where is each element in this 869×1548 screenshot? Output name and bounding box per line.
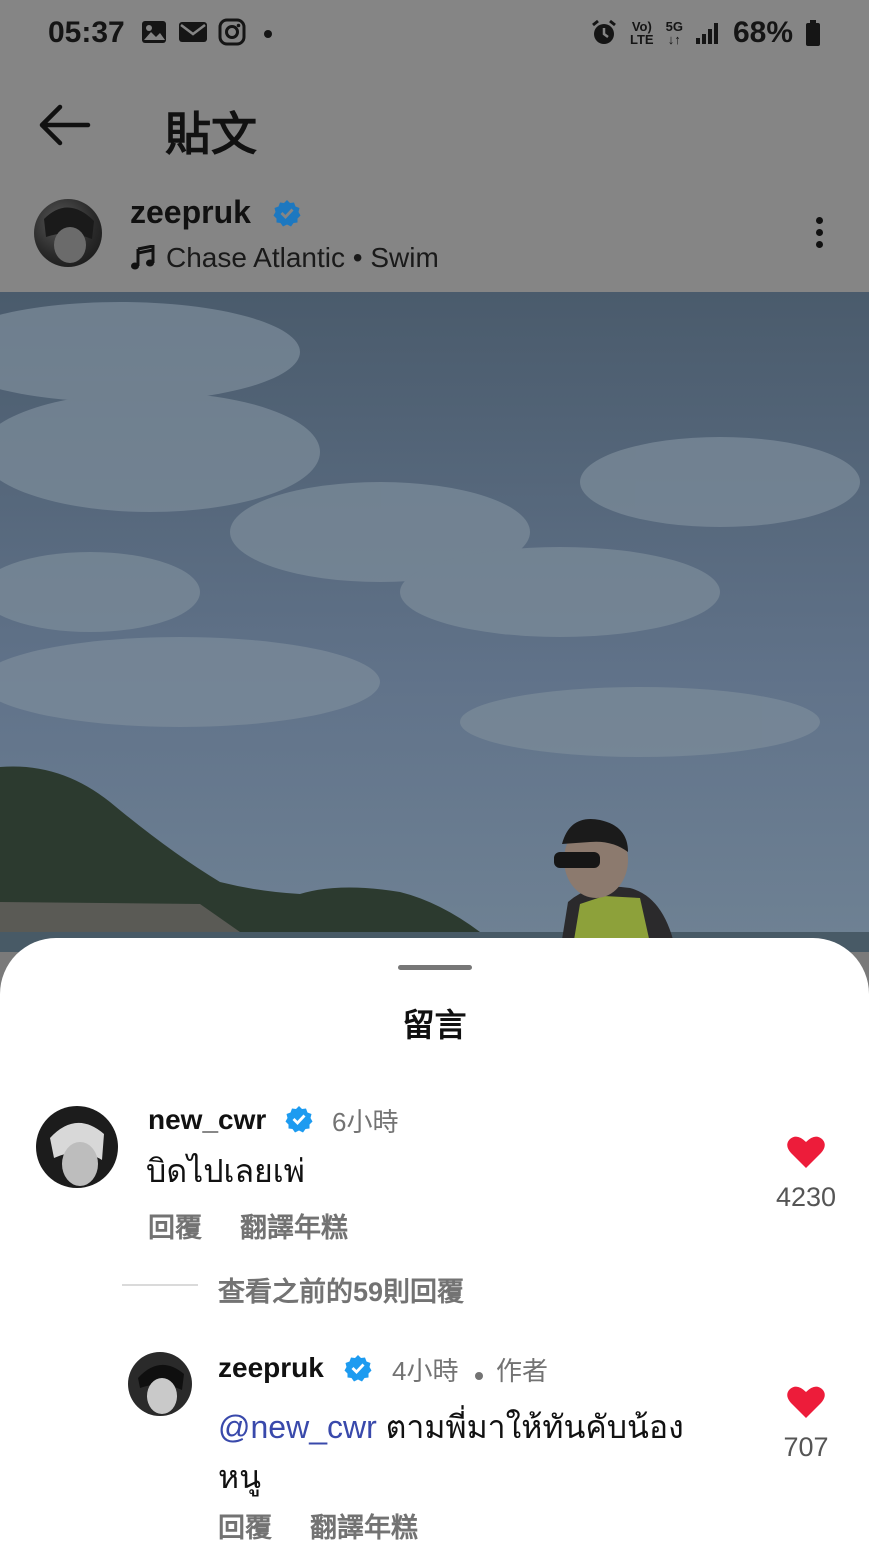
status-bar: 05:37 Vo) LTE 5G ↓↑ 68%: [0, 0, 869, 70]
translate-button[interactable]: 翻譯年糕: [310, 1506, 418, 1545]
volte-icon: Vo) LTE: [630, 20, 654, 46]
more-options-icon[interactable]: [805, 212, 833, 256]
post-photo[interactable]: [0, 292, 869, 952]
reply-button[interactable]: 回覆: [218, 1506, 272, 1545]
signal-icon: [695, 23, 718, 44]
post-author-username[interactable]: zeepruk: [130, 194, 251, 231]
heart-icon[interactable]: [786, 1134, 826, 1170]
reply-username[interactable]: zeepruk: [218, 1352, 324, 1384]
heart-icon[interactable]: [786, 1384, 826, 1420]
reply-text-line2: หนู: [218, 1459, 261, 1495]
music-attribution[interactable]: Chase Atlantic • Swim: [130, 242, 439, 274]
drag-handle[interactable]: [398, 965, 472, 970]
music-label: Chase Atlantic • Swim: [166, 242, 439, 273]
post-header: zeepruk Chase Atlantic • Swim: [0, 182, 869, 292]
avatar[interactable]: [36, 1106, 118, 1188]
avatar[interactable]: [128, 1352, 192, 1416]
battery-percent: 68%: [732, 16, 793, 49]
page-title: 貼文: [165, 108, 257, 160]
system-icons: Vo) LTE 5G ↓↑ 68%: [590, 16, 821, 50]
separator-dot-icon: [475, 1372, 483, 1380]
replies-divider: [122, 1284, 198, 1286]
music-note-icon: [131, 245, 155, 270]
notification-icons: [140, 18, 276, 46]
comment-username[interactable]: new_cwr: [148, 1104, 266, 1136]
sheet-title: 留言: [402, 1007, 467, 1043]
reply-timestamp: 4小時: [392, 1356, 459, 1386]
reply-text: @new_cwr ตามพี่มาให้ทันคับน้อง หนู: [218, 1402, 738, 1502]
post-author-avatar[interactable]: [34, 199, 102, 267]
reply-text-line1: ตามพี่มาให้ทันคับน้อง: [376, 1409, 684, 1445]
gallery-icon: [142, 21, 166, 43]
top-app-bar: 貼文: [0, 70, 869, 182]
translate-button[interactable]: 翻譯年糕: [240, 1206, 348, 1245]
mention-link[interactable]: @new_cwr: [218, 1409, 377, 1445]
verified-badge-icon: [285, 1106, 313, 1133]
status-time: 05:37: [48, 16, 125, 49]
alarm-icon: [592, 19, 616, 44]
mail-icon: [179, 22, 207, 42]
view-previous-replies-button[interactable]: 查看之前的59則回覆: [218, 1270, 464, 1309]
like-count: 4230: [775, 1182, 837, 1212]
instagram-icon: [218, 18, 246, 46]
verified-badge-icon: [344, 1355, 372, 1382]
comment-text: บิดไปเลยเพ่: [146, 1153, 305, 1189]
comments-sheet: 留言 new_cwr 6小時 บิดไปเลยเพ่ 回覆 翻譯年糕 4230 …: [0, 938, 869, 1548]
reply-button[interactable]: 回覆: [148, 1206, 202, 1245]
dot-icon: [264, 30, 272, 38]
battery-icon: [806, 20, 820, 46]
volte-label-bottom: LTE: [630, 32, 654, 47]
like-count: 707: [783, 1432, 829, 1462]
author-tag: 作者: [496, 1356, 549, 1386]
verified-badge-icon: [273, 200, 301, 227]
comment-timestamp: 6小時: [332, 1107, 399, 1137]
back-arrow-icon[interactable]: [36, 100, 92, 150]
5g-icon: 5G ↓↑: [665, 19, 683, 47]
